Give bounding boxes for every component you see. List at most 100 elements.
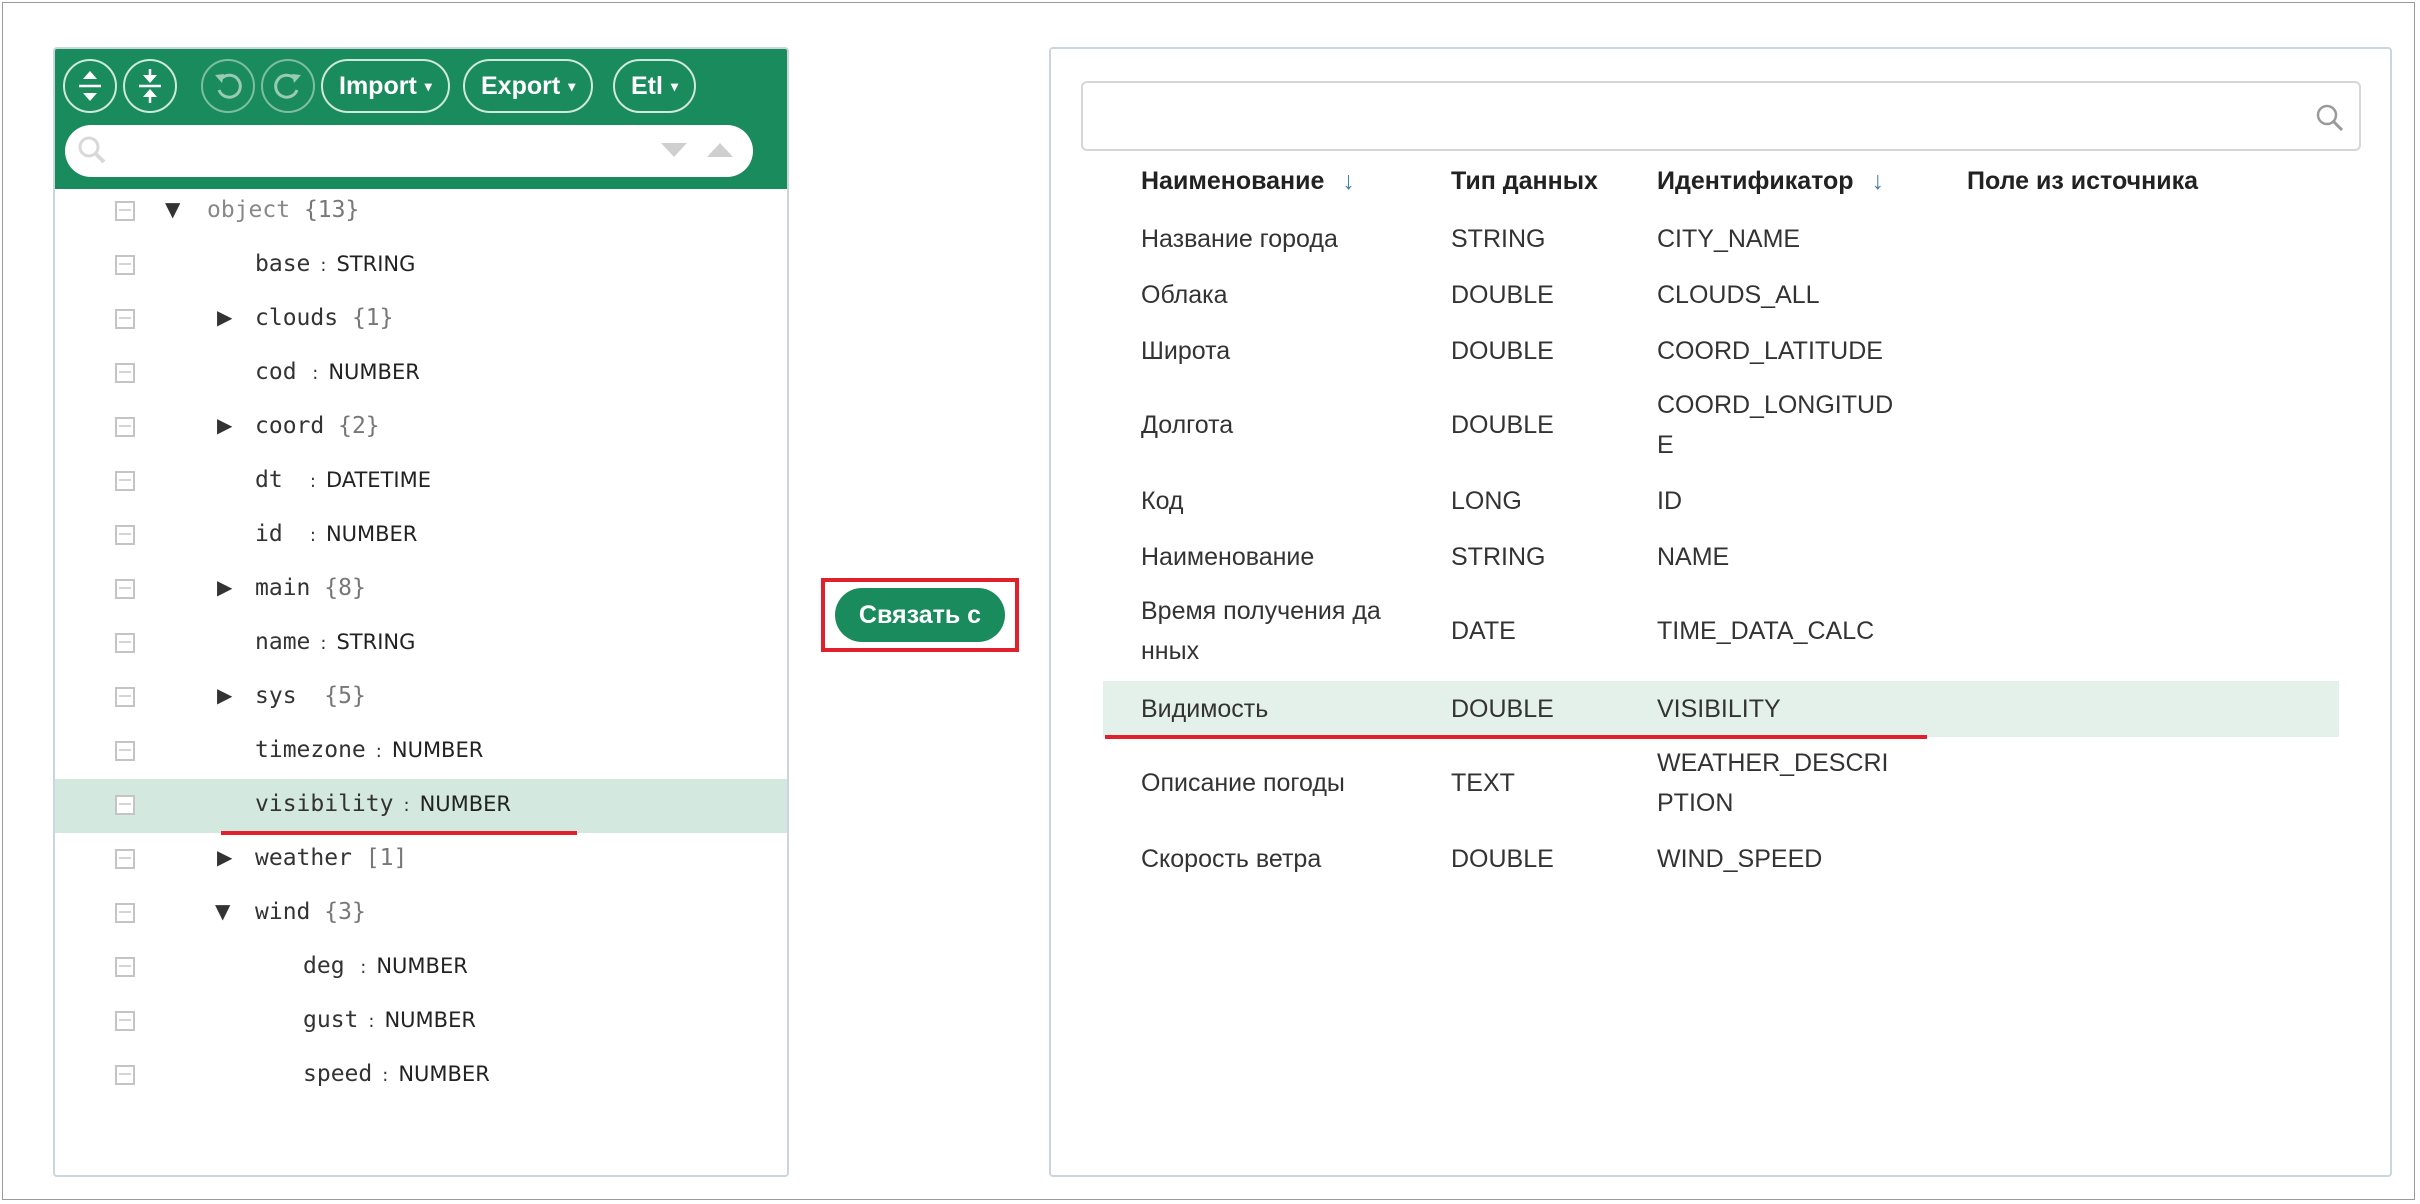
expand-all-button[interactable]	[63, 59, 117, 113]
cell-type: DOUBLE	[1451, 411, 1554, 439]
tree-node-label: dt : DATETIME	[255, 467, 431, 493]
table-row-selected[interactable]: Видимость DOUBLE VISIBILITY	[1103, 681, 2339, 737]
tree-row-gust[interactable]: gust: NUMBER	[55, 995, 787, 1049]
import-dropdown[interactable]: Import ▾	[321, 59, 450, 113]
table-search-input[interactable]	[1097, 91, 2281, 143]
row-checkbox[interactable]	[115, 201, 135, 221]
cell-name: Видимость	[1141, 695, 1269, 723]
tree-row-id[interactable]: id : NUMBER	[55, 509, 787, 563]
row-checkbox[interactable]	[115, 255, 135, 275]
tree-toolbar: Import ▾ Export ▾ Etl ▾	[55, 49, 787, 189]
row-checkbox[interactable]	[115, 363, 135, 383]
cell-type: DOUBLE	[1451, 695, 1554, 723]
row-checkbox[interactable]	[115, 957, 135, 977]
collapsed-triangle-icon[interactable]: ▶	[217, 845, 232, 869]
column-header-label: Поле из источника	[1967, 167, 2198, 195]
tree-row-speed[interactable]: speed: NUMBER	[55, 1049, 787, 1103]
undo-button[interactable]	[201, 59, 255, 113]
column-header-label: Тип данных	[1451, 167, 1598, 195]
table-row[interactable]: Долгота DOUBLE COORD_LONGITUDE	[1103, 379, 2339, 473]
tree-search-box	[65, 125, 753, 177]
redo-button[interactable]	[261, 59, 315, 113]
tree-row-timezone[interactable]: timezone: NUMBER	[55, 725, 787, 779]
cell-id: COORD_LATITUDE	[1657, 337, 1883, 365]
row-checkbox[interactable]	[115, 849, 135, 869]
column-header-name[interactable]: Наименование ↓	[1141, 167, 1355, 196]
cell-name: Скорость ветра	[1141, 845, 1322, 873]
tree-row-base[interactable]: base: STRING	[55, 239, 787, 293]
tree-search-input[interactable]	[117, 131, 621, 173]
table-row[interactable]: Облака DOUBLE CLOUDS_ALL	[1103, 267, 2339, 323]
sort-down-icon[interactable]: ↓	[1342, 167, 1355, 195]
column-header-type[interactable]: Тип данных	[1451, 167, 1598, 196]
cell-id: WIND_SPEED	[1657, 845, 1823, 873]
export-dropdown[interactable]: Export ▾	[463, 59, 594, 113]
tree-row-wind[interactable]: ▼ wind {3}	[55, 887, 787, 941]
row-checkbox[interactable]	[115, 471, 135, 491]
table-row[interactable]: Описание погоды TEXT WEATHER_DESCRIPTION	[1103, 737, 2339, 833]
row-checkbox[interactable]	[115, 579, 135, 599]
tree-row-deg[interactable]: deg : NUMBER	[55, 941, 787, 995]
tree-row-cod[interactable]: cod : NUMBER	[55, 347, 787, 401]
column-header-id[interactable]: Идентификатор ↓	[1657, 167, 1884, 196]
sort-down-icon[interactable]: ↓	[1872, 167, 1885, 195]
row-checkbox[interactable]	[115, 525, 135, 545]
cell-id: CLOUDS_ALL	[1657, 281, 1820, 309]
search-icon[interactable]	[2315, 103, 2345, 133]
cell-id: ID	[1657, 487, 1682, 515]
cell-type: TEXT	[1451, 769, 1515, 797]
cell-id: WEATHER_DESCRIPTION	[1657, 749, 1889, 817]
collapsed-triangle-icon[interactable]: ▶	[217, 413, 232, 437]
export-label: Export	[481, 71, 561, 100]
expanded-triangle-icon[interactable]: ▼	[215, 899, 230, 923]
tree-row-name[interactable]: name: STRING	[55, 617, 787, 671]
import-label: Import	[339, 71, 417, 100]
tree-row-weather[interactable]: ▶ weather [1]	[55, 833, 787, 887]
column-header-label: Идентификатор	[1657, 167, 1854, 195]
row-checkbox[interactable]	[115, 795, 135, 815]
collapsed-triangle-icon[interactable]: ▶	[217, 575, 232, 599]
collapsed-triangle-icon[interactable]: ▶	[217, 683, 232, 707]
table-row[interactable]: Широта DOUBLE COORD_LATITUDE	[1103, 323, 2339, 379]
tree-row-visibility[interactable]: visibility: NUMBER	[55, 779, 787, 833]
etl-dropdown[interactable]: Etl ▾	[613, 59, 696, 113]
row-checkbox[interactable]	[115, 903, 135, 923]
cell-name: Название города	[1141, 225, 1338, 253]
tree-node-label: visibility: NUMBER	[255, 791, 512, 817]
row-checkbox[interactable]	[115, 417, 135, 437]
column-header-source[interactable]: Поле из источника	[1967, 167, 2198, 196]
table-row[interactable]: Скорость ветра DOUBLE WIND_SPEED	[1103, 833, 2339, 889]
tree-row-main[interactable]: ▶ main {8}	[55, 563, 787, 617]
expanded-triangle-icon[interactable]: ▼	[165, 197, 180, 221]
row-checkbox[interactable]	[115, 687, 135, 707]
table-row[interactable]: Код LONG ID	[1103, 473, 2339, 529]
search-prev-icon[interactable]	[705, 139, 735, 161]
table-row[interactable]: Название города STRING CITY_NAME	[1103, 211, 2339, 267]
collapse-all-button[interactable]	[123, 59, 177, 113]
tree-row-object[interactable]: ▼ object {13}	[55, 185, 787, 239]
link-with-button[interactable]: Связать с	[835, 588, 1005, 642]
tree-row-clouds[interactable]: ▶ clouds {1}	[55, 293, 787, 347]
etl-label: Etl	[631, 71, 663, 100]
table-row[interactable]: Время получения данных DATE TIME_DATA_CA…	[1103, 585, 2339, 681]
tree-node-label: name: STRING	[255, 629, 416, 655]
row-checkbox[interactable]	[115, 309, 135, 329]
caret-down-icon: ▾	[568, 77, 576, 94]
tree-row-coord[interactable]: ▶ coord {2}	[55, 401, 787, 455]
tree-node-label: id : NUMBER	[255, 521, 418, 547]
tree-node-label: gust: NUMBER	[303, 1007, 476, 1033]
cell-type: DATE	[1451, 617, 1516, 645]
tree-row-dt[interactable]: dt : DATETIME	[55, 455, 787, 509]
tree-row-sys[interactable]: ▶ sys {5}	[55, 671, 787, 725]
source-tree-panel: Import ▾ Export ▾ Etl ▾ ▼ object {13} ba…	[53, 47, 789, 1177]
table-row[interactable]: Наименование STRING NAME	[1103, 529, 2339, 585]
search-next-icon[interactable]	[659, 139, 689, 161]
tree-node-label: sys {5}	[255, 683, 366, 709]
row-checkbox[interactable]	[115, 1065, 135, 1085]
row-checkbox[interactable]	[115, 741, 135, 761]
window-frame: Import ▾ Export ▾ Etl ▾ ▼ object {13} ba…	[2, 2, 2415, 1200]
cell-type: STRING	[1451, 225, 1546, 253]
collapsed-triangle-icon[interactable]: ▶	[217, 305, 232, 329]
row-checkbox[interactable]	[115, 1011, 135, 1031]
row-checkbox[interactable]	[115, 633, 135, 653]
